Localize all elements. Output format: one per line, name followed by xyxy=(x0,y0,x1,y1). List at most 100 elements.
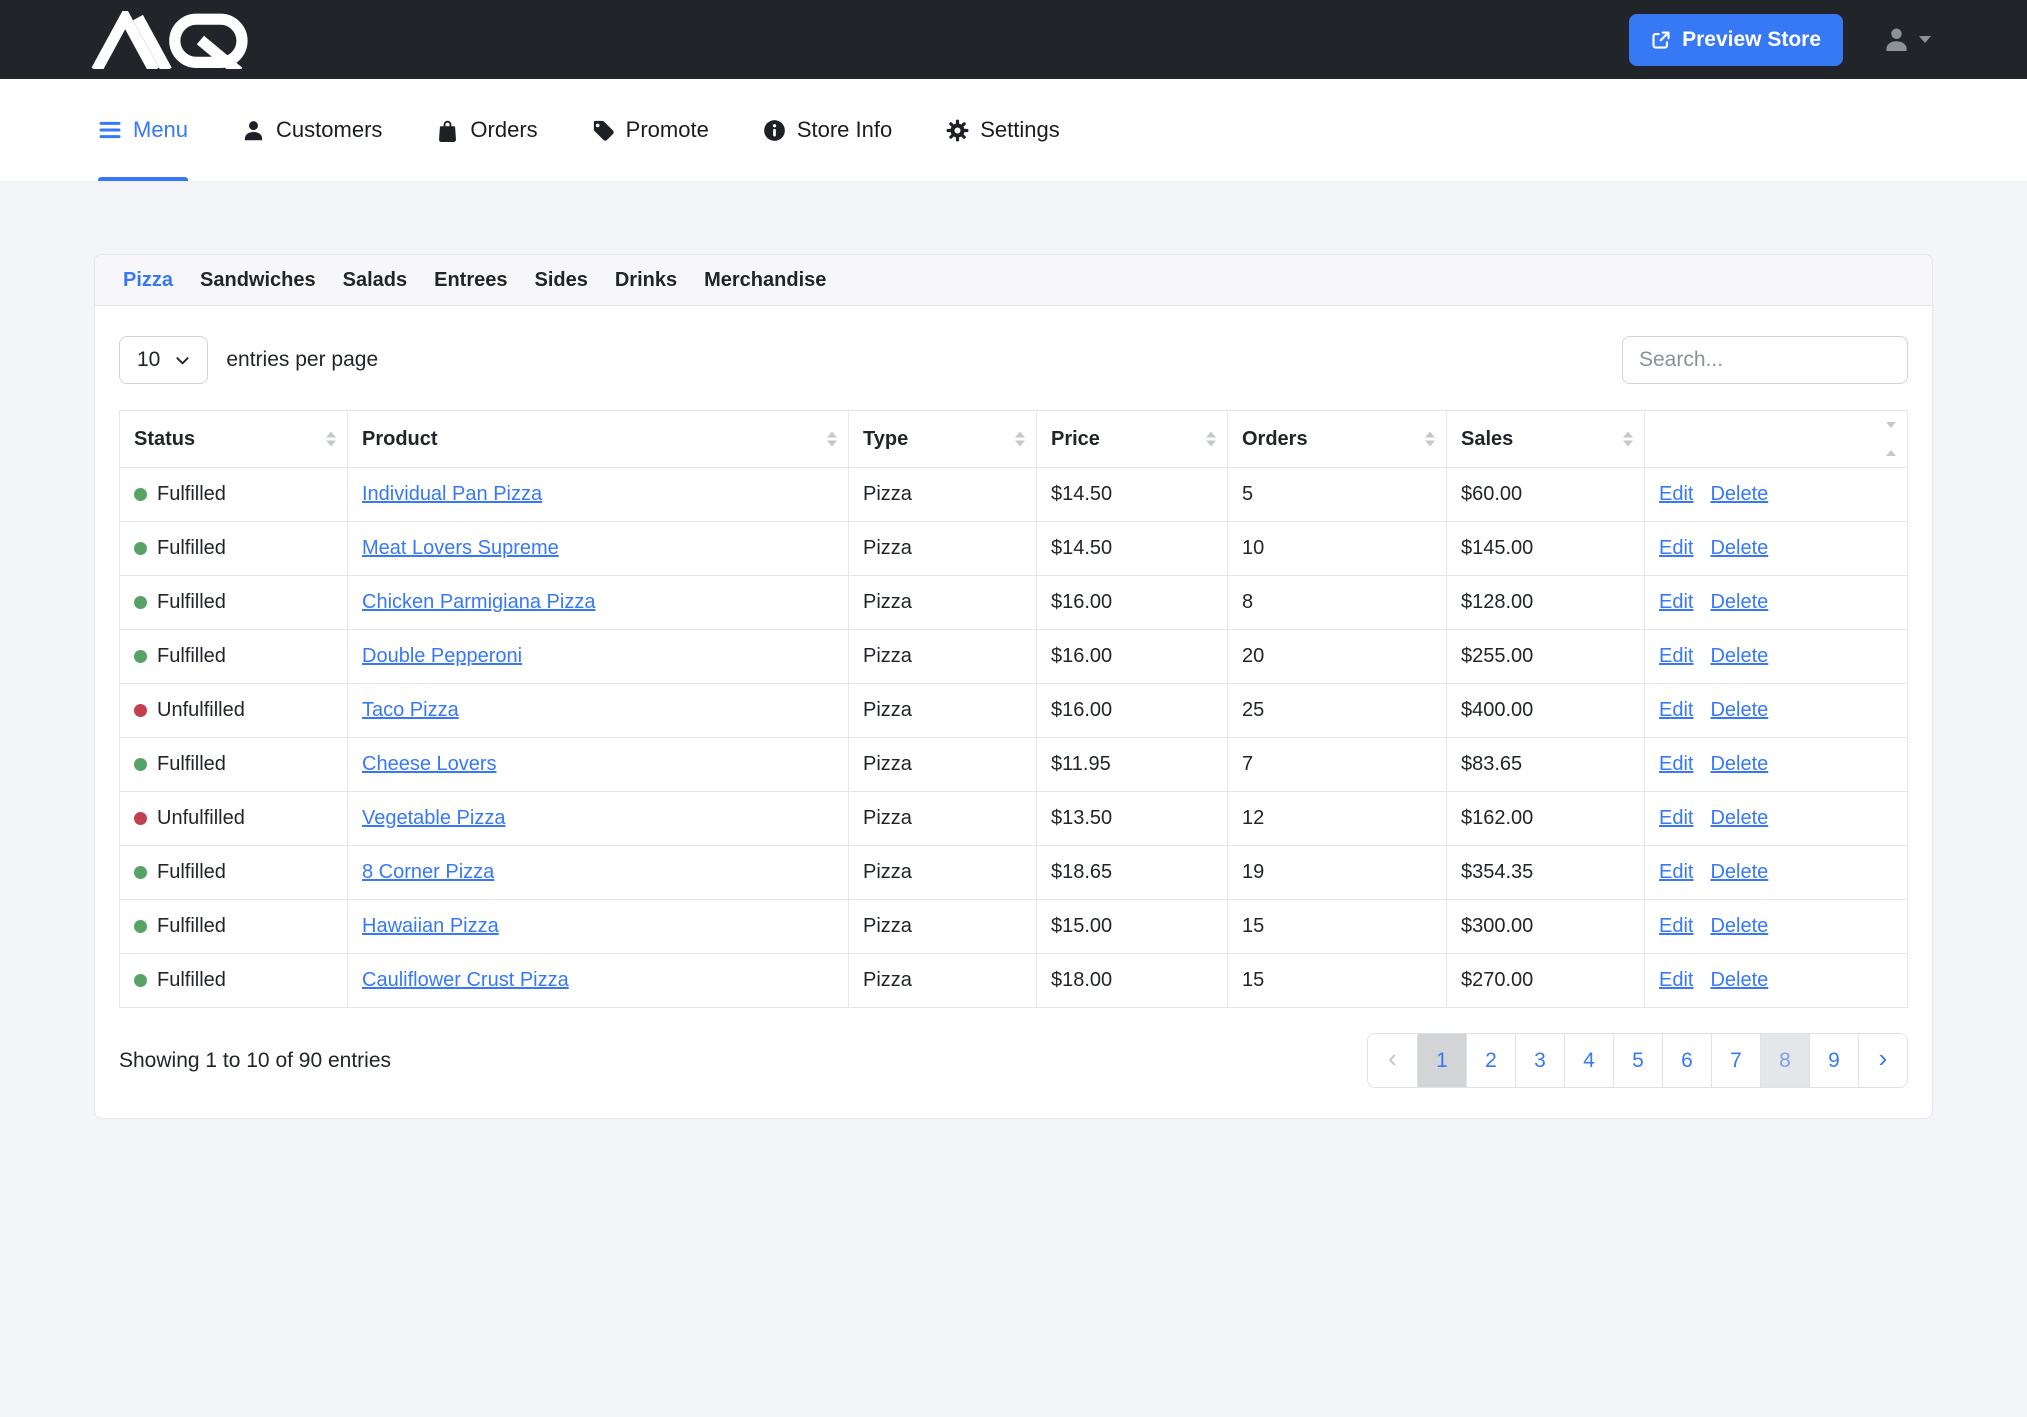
orders-cell: 10 xyxy=(1228,522,1447,576)
edit-link[interactable]: Edit xyxy=(1659,537,1693,559)
status-dot xyxy=(134,974,147,987)
product-link[interactable]: Meat Lovers Supreme xyxy=(362,537,559,559)
edit-link[interactable]: Edit xyxy=(1659,591,1693,613)
page-button-3[interactable]: 3 xyxy=(1515,1034,1564,1087)
edit-link[interactable]: Edit xyxy=(1659,753,1693,775)
page-button-7[interactable]: 7 xyxy=(1711,1034,1760,1087)
status-label: Fulfilled xyxy=(157,645,226,667)
edit-link[interactable]: Edit xyxy=(1659,699,1693,721)
delete-link[interactable]: Delete xyxy=(1710,483,1768,505)
status-label: Unfulfilled xyxy=(157,699,245,721)
tab-merchandise[interactable]: Merchandise xyxy=(704,269,826,292)
edit-link[interactable]: Edit xyxy=(1659,915,1693,937)
nav-item-settings[interactable]: Settings xyxy=(946,79,1060,181)
actions-cell: Edit Delete xyxy=(1645,792,1908,846)
column-header-sales[interactable]: Sales xyxy=(1447,411,1645,468)
tab-entrees[interactable]: Entrees xyxy=(434,269,507,292)
table-row: FulfilledCheese LoversPizza$11.957$83.65… xyxy=(120,738,1908,792)
orders-cell: 15 xyxy=(1228,954,1447,1008)
entries-per-page-select[interactable]: 10 xyxy=(119,336,208,384)
logo[interactable] xyxy=(90,11,250,69)
delete-link[interactable]: Delete xyxy=(1710,537,1768,559)
product-link[interactable]: Cauliflower Crust Pizza xyxy=(362,969,569,991)
page-button-5[interactable]: 5 xyxy=(1613,1034,1662,1087)
tab-sides[interactable]: Sides xyxy=(535,269,588,292)
type-cell: Pizza xyxy=(849,846,1037,900)
status-dot xyxy=(134,812,147,825)
nav-item-label: Settings xyxy=(980,117,1060,143)
column-header-orders[interactable]: Orders xyxy=(1228,411,1447,468)
sort-icon xyxy=(326,432,336,447)
column-header-type[interactable]: Type xyxy=(849,411,1037,468)
nav-item-menu[interactable]: Menu xyxy=(98,79,188,181)
product-cell: Vegetable Pizza xyxy=(348,792,849,846)
product-link[interactable]: 8 Corner Pizza xyxy=(362,861,494,883)
sort-desc-icon xyxy=(827,441,837,447)
delete-link[interactable]: Delete xyxy=(1710,753,1768,775)
preview-store-button[interactable]: Preview Store xyxy=(1629,14,1843,66)
tab-pizza[interactable]: Pizza xyxy=(123,269,173,292)
product-link[interactable]: Taco Pizza xyxy=(362,699,459,721)
delete-link[interactable]: Delete xyxy=(1710,699,1768,721)
search-input[interactable] xyxy=(1622,336,1908,384)
edit-link[interactable]: Edit xyxy=(1659,861,1693,883)
actions-cell: Edit Delete xyxy=(1645,630,1908,684)
product-cell: Individual Pan Pizza xyxy=(348,468,849,522)
edit-link[interactable]: Edit xyxy=(1659,483,1693,505)
table-header-row: StatusProductTypePriceOrdersSales xyxy=(120,411,1908,468)
product-link[interactable]: Vegetable Pizza xyxy=(362,807,505,829)
sales-cell: $300.00 xyxy=(1447,900,1645,954)
info-circle-icon xyxy=(763,119,786,142)
delete-link[interactable]: Delete xyxy=(1710,807,1768,829)
actions-cell: Edit Delete xyxy=(1645,738,1908,792)
delete-link[interactable]: Delete xyxy=(1710,915,1768,937)
nav-item-customers[interactable]: Customers xyxy=(242,79,382,181)
product-link[interactable]: Cheese Lovers xyxy=(362,753,497,775)
delete-link[interactable]: Delete xyxy=(1710,645,1768,667)
table-controls: 10 entries per page xyxy=(119,336,1908,384)
delete-link[interactable]: Delete xyxy=(1710,591,1768,613)
product-link[interactable]: Chicken Parmigiana Pizza xyxy=(362,591,595,613)
type-cell: Pizza xyxy=(849,630,1037,684)
page-button-2[interactable]: 2 xyxy=(1466,1034,1515,1087)
product-link[interactable]: Individual Pan Pizza xyxy=(362,483,542,505)
edit-link[interactable]: Edit xyxy=(1659,645,1693,667)
page-button-6[interactable]: 6 xyxy=(1662,1034,1711,1087)
sales-cell: $60.00 xyxy=(1447,468,1645,522)
delete-link[interactable]: Delete xyxy=(1710,861,1768,883)
sales-cell: $145.00 xyxy=(1447,522,1645,576)
column-header-actions[interactable] xyxy=(1645,411,1908,468)
page-button-4[interactable]: 4 xyxy=(1564,1034,1613,1087)
next-page-button[interactable]: › xyxy=(1858,1034,1907,1087)
prev-page-button[interactable]: ‹ xyxy=(1368,1034,1417,1087)
nav-item-orders[interactable]: Orders xyxy=(436,79,537,181)
page-button-1[interactable]: 1 xyxy=(1417,1034,1466,1087)
page-button-8[interactable]: 8 xyxy=(1760,1034,1809,1087)
nav-item-store-info[interactable]: Store Info xyxy=(763,79,892,181)
page-button-9[interactable]: 9 xyxy=(1809,1034,1858,1087)
product-link[interactable]: Double Pepperoni xyxy=(362,645,522,667)
column-header-status[interactable]: Status xyxy=(120,411,348,468)
type-cell: Pizza xyxy=(849,900,1037,954)
sales-cell: $400.00 xyxy=(1447,684,1645,738)
product-link[interactable]: Hawaiian Pizza xyxy=(362,915,499,937)
edit-link[interactable]: Edit xyxy=(1659,969,1693,991)
nav-item-promote[interactable]: Promote xyxy=(592,79,709,181)
table-row: UnfulfilledVegetable PizzaPizza$13.5012$… xyxy=(120,792,1908,846)
status-label: Fulfilled xyxy=(157,861,226,883)
table-row: FulfilledIndividual Pan PizzaPizza$14.50… xyxy=(120,468,1908,522)
column-header-price[interactable]: Price xyxy=(1037,411,1228,468)
tab-sandwiches[interactable]: Sandwiches xyxy=(200,269,316,292)
status-dot xyxy=(134,758,147,771)
type-cell: Pizza xyxy=(849,954,1037,1008)
price-cell: $11.95 xyxy=(1037,738,1228,792)
status-label: Unfulfilled xyxy=(157,807,245,829)
edit-link[interactable]: Edit xyxy=(1659,807,1693,829)
tab-salads[interactable]: Salads xyxy=(343,269,407,292)
sort-desc-icon xyxy=(1206,441,1216,447)
user-menu[interactable] xyxy=(1883,26,1931,53)
delete-link[interactable]: Delete xyxy=(1710,969,1768,991)
tab-drinks[interactable]: Drinks xyxy=(615,269,677,292)
column-header-product[interactable]: Product xyxy=(348,411,849,468)
status-cell: Unfulfilled xyxy=(120,684,348,738)
